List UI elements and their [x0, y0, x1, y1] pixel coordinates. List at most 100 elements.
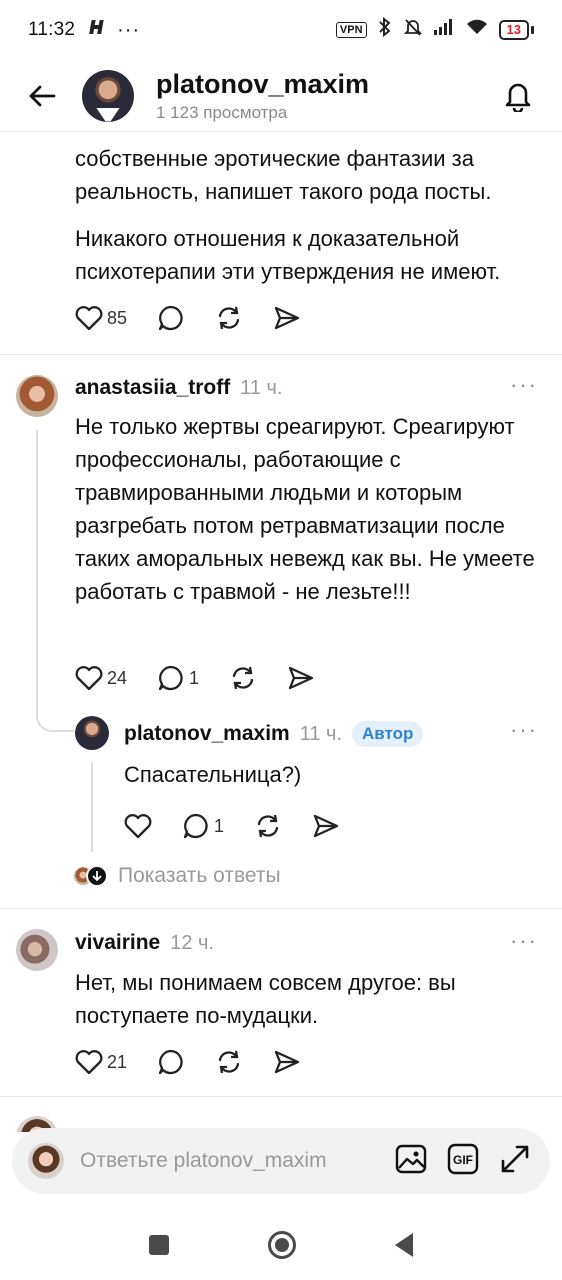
thread-content: собственные эротические фантазии за реал… — [0, 132, 562, 1132]
more-options-button[interactable]: ··· — [510, 372, 538, 398]
like-count: 24 — [107, 667, 128, 688]
comment-header: anastasiia_troff 11 ч. — [75, 376, 283, 400]
repost-button[interactable] — [215, 1048, 243, 1076]
speech-bubble-icon — [158, 305, 183, 331]
send-icon — [288, 666, 314, 690]
avatar[interactable] — [16, 375, 58, 417]
signal-icon — [433, 18, 455, 42]
repost-icon — [257, 814, 279, 838]
post-actions: 85 — [75, 304, 331, 332]
post-text: Никакого отношения к доказательной психо… — [75, 226, 501, 284]
bell-icon — [505, 83, 531, 112]
arrow-left-icon — [29, 85, 56, 106]
share-button[interactable] — [273, 305, 301, 331]
repost-icon — [218, 306, 240, 330]
like-button[interactable]: 24 — [75, 665, 127, 691]
reply-button[interactable]: 1 — [157, 664, 199, 692]
like-count: 85 — [107, 307, 128, 328]
comment-text: Не только жертвы среагируют. Среагируют … — [75, 414, 535, 604]
wifi-icon — [465, 18, 489, 42]
comment-username[interactable]: vivairine — [75, 931, 160, 955]
reply-button[interactable] — [157, 1048, 185, 1076]
battery-icon: 13 — [498, 20, 534, 40]
like-button[interactable]: 21 — [75, 1049, 127, 1075]
comment-actions: 1 — [124, 812, 370, 840]
page-title[interactable]: platonov_maxim — [156, 69, 369, 99]
recents-button[interactable] — [149, 1235, 170, 1255]
divider — [0, 1096, 562, 1097]
current-user-avatar — [28, 1143, 64, 1179]
arrow-down-icon — [86, 865, 108, 887]
comment-text: Спасательница?) — [124, 762, 302, 787]
system-back-button[interactable] — [394, 1233, 413, 1257]
thread-header: platonov_maxim 1 123 просмотра — [0, 60, 562, 132]
system-nav-bar — [0, 1210, 562, 1280]
thread-line-curve — [36, 692, 74, 732]
avatar[interactable] — [75, 716, 109, 750]
comment-time: 12 ч. — [170, 931, 215, 954]
silent-bell-icon — [403, 17, 423, 43]
comment-header: platonov_maxim 11 ч. Автор — [124, 721, 424, 747]
comment-text: Нет, мы понимаем совсем другое: вы посту… — [75, 970, 456, 1028]
comment-username[interactable]: platonov_maxim — [124, 722, 290, 746]
more-options-button[interactable]: ··· — [510, 717, 538, 743]
comment-actions: 24 1 — [75, 664, 345, 692]
more-notifications-icon: ··· — [117, 18, 141, 41]
notifications-button[interactable] — [496, 74, 540, 118]
comment-username[interactable]: anastasiia_troff — [75, 376, 230, 400]
app-notification-icon — [87, 18, 105, 42]
divider — [0, 908, 562, 909]
speech-bubble-icon — [183, 813, 208, 839]
divider — [0, 354, 562, 355]
battery-level: 13 — [498, 20, 529, 40]
share-button[interactable] — [312, 813, 340, 839]
author-badge: Автор — [352, 721, 424, 747]
show-replies-label: Показать ответы — [118, 864, 281, 887]
send-icon — [313, 814, 339, 838]
post-text: собственные эротические фантазии за реал… — [75, 146, 492, 204]
comment-time: 11 ч. — [240, 376, 283, 399]
heart-icon — [124, 814, 152, 839]
header-avatar[interactable] — [82, 69, 134, 122]
heart-icon — [75, 306, 103, 331]
heart-icon — [75, 666, 103, 691]
repost-button[interactable] — [215, 304, 243, 332]
reply-composer: GIF — [12, 1128, 550, 1194]
reply-count: 1 — [189, 667, 200, 688]
reply-count: 1 — [214, 815, 225, 836]
svg-text:GIF: GIF — [453, 1153, 473, 1167]
status-time: 11:32 — [28, 19, 76, 40]
more-options-button[interactable]: ··· — [510, 928, 538, 954]
like-button[interactable] — [124, 813, 152, 839]
back-button[interactable] — [20, 74, 64, 118]
image-icon[interactable] — [394, 1142, 428, 1181]
share-button[interactable] — [287, 665, 315, 691]
share-button[interactable] — [273, 1049, 301, 1075]
expand-icon[interactable] — [498, 1142, 532, 1181]
speech-bubble-icon — [158, 1049, 183, 1075]
speech-bubble-icon — [158, 665, 183, 691]
reply-input[interactable] — [80, 1149, 394, 1173]
comment-time: 11 ч. — [299, 722, 343, 745]
repost-icon — [218, 1050, 240, 1074]
reply-button[interactable] — [157, 304, 185, 332]
bluetooth-icon — [377, 16, 393, 43]
like-button[interactable]: 85 — [75, 305, 127, 331]
heart-icon — [75, 1050, 103, 1075]
vpn-badge: VPN — [335, 22, 367, 38]
send-icon — [274, 1050, 300, 1074]
reply-button[interactable]: 1 — [182, 812, 224, 840]
show-replies-button[interactable]: Показать ответы — [72, 864, 281, 888]
like-count: 21 — [107, 1051, 128, 1072]
home-button[interactable] — [267, 1231, 296, 1259]
repost-button[interactable] — [254, 812, 282, 840]
repost-icon — [232, 666, 254, 690]
comment-header: vivairine 12 ч. — [75, 931, 214, 955]
gif-icon[interactable]: GIF — [446, 1142, 480, 1181]
send-icon — [274, 306, 300, 330]
thread-line — [36, 430, 38, 720]
avatar[interactable] — [16, 929, 58, 971]
comment-actions: 21 — [75, 1048, 331, 1076]
view-count: 1 123 просмотра — [156, 102, 288, 122]
repost-button[interactable] — [229, 664, 257, 692]
